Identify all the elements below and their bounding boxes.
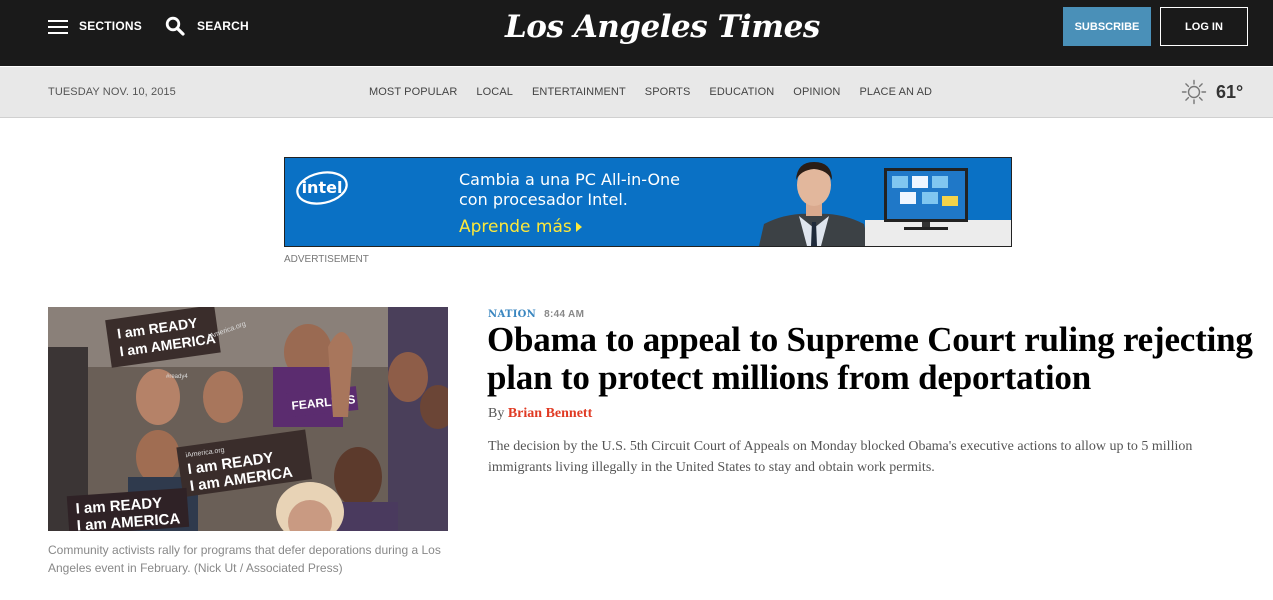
nav-entertainment[interactable]: ENTERTAINMENT bbox=[532, 86, 626, 98]
sun-icon bbox=[1181, 79, 1207, 105]
section-menu: MOST POPULAR LOCAL ENTERTAINMENT SPORTS … bbox=[369, 67, 951, 117]
sections-button[interactable]: SECTIONS bbox=[48, 14, 142, 38]
story-summary: The decision by the U.S. 5th Circuit Cou… bbox=[488, 439, 1193, 475]
top-header-bar: SECTIONS SEARCH Los Angeles Times SUBSCR… bbox=[0, 0, 1273, 66]
current-date: TUESDAY NOV. 10, 2015 bbox=[48, 86, 176, 98]
sections-label: SECTIONS bbox=[79, 19, 142, 33]
hamburger-menu-icon bbox=[48, 19, 68, 34]
weather-widget[interactable]: 61° bbox=[1181, 79, 1243, 105]
intel-logo: intel bbox=[296, 171, 348, 205]
nav-place-an-ad[interactable]: PLACE AN AD bbox=[859, 86, 932, 98]
search-icon bbox=[165, 16, 185, 36]
rally-crowd-image: I am READY I am AMERICA FEARLESS iAmeric… bbox=[48, 307, 448, 531]
byline-prefix: By bbox=[488, 406, 505, 421]
section-tag[interactable]: NATION bbox=[488, 309, 536, 320]
intel-advertisement[interactable]: intel Cambia a una PC All-in-One con pro… bbox=[284, 157, 1012, 247]
author-link[interactable]: Brian Bennett bbox=[508, 406, 592, 421]
svg-text:#ready4: #ready4 bbox=[166, 374, 188, 380]
play-triangle-icon bbox=[575, 222, 582, 232]
search-label: SEARCH bbox=[197, 19, 249, 33]
nav-opinion[interactable]: OPINION bbox=[793, 86, 840, 98]
nav-education[interactable]: EDUCATION bbox=[709, 86, 774, 98]
byline: By Brian Bennett bbox=[488, 406, 592, 422]
advertisement-label: ADVERTISEMENT bbox=[284, 254, 369, 265]
nav-most-popular[interactable]: MOST POPULAR bbox=[369, 86, 457, 98]
search-button[interactable]: SEARCH bbox=[165, 14, 249, 38]
temperature: 61° bbox=[1216, 81, 1244, 102]
photo-caption: Community activists rally for programs t… bbox=[48, 543, 441, 575]
ad-cta-link[interactable]: Aprende más bbox=[459, 217, 582, 237]
nav-local[interactable]: LOCAL bbox=[476, 86, 513, 98]
svg-text:intel: intel bbox=[302, 178, 343, 197]
story-headline[interactable]: Obama to appeal to Supreme Court ruling … bbox=[487, 321, 1257, 397]
story-photo[interactable]: I am READY I am AMERICA FEARLESS iAmeric… bbox=[48, 307, 448, 531]
ad-cta-label: Aprende más bbox=[459, 217, 572, 237]
ad-spokesperson-image bbox=[759, 162, 869, 246]
story-time: 8:44 AM bbox=[544, 309, 585, 320]
ad-copy: Cambia a una PC All-in-One con procesado… bbox=[459, 170, 680, 210]
nav-sports[interactable]: SPORTS bbox=[645, 86, 691, 98]
subscribe-button[interactable]: SUBSCRIBE bbox=[1063, 7, 1151, 46]
site-logo[interactable]: Los Angeles Times bbox=[505, 5, 820, 49]
secondary-nav-bar: TUESDAY NOV. 10, 2015 MOST POPULAR LOCAL… bbox=[0, 67, 1273, 118]
ad-line-2: con procesador Intel. bbox=[459, 190, 628, 209]
ad-line-1: Cambia a una PC All-in-One bbox=[459, 170, 681, 189]
login-button[interactable]: LOG IN bbox=[1160, 7, 1248, 46]
ad-monitor-image bbox=[884, 168, 968, 230]
